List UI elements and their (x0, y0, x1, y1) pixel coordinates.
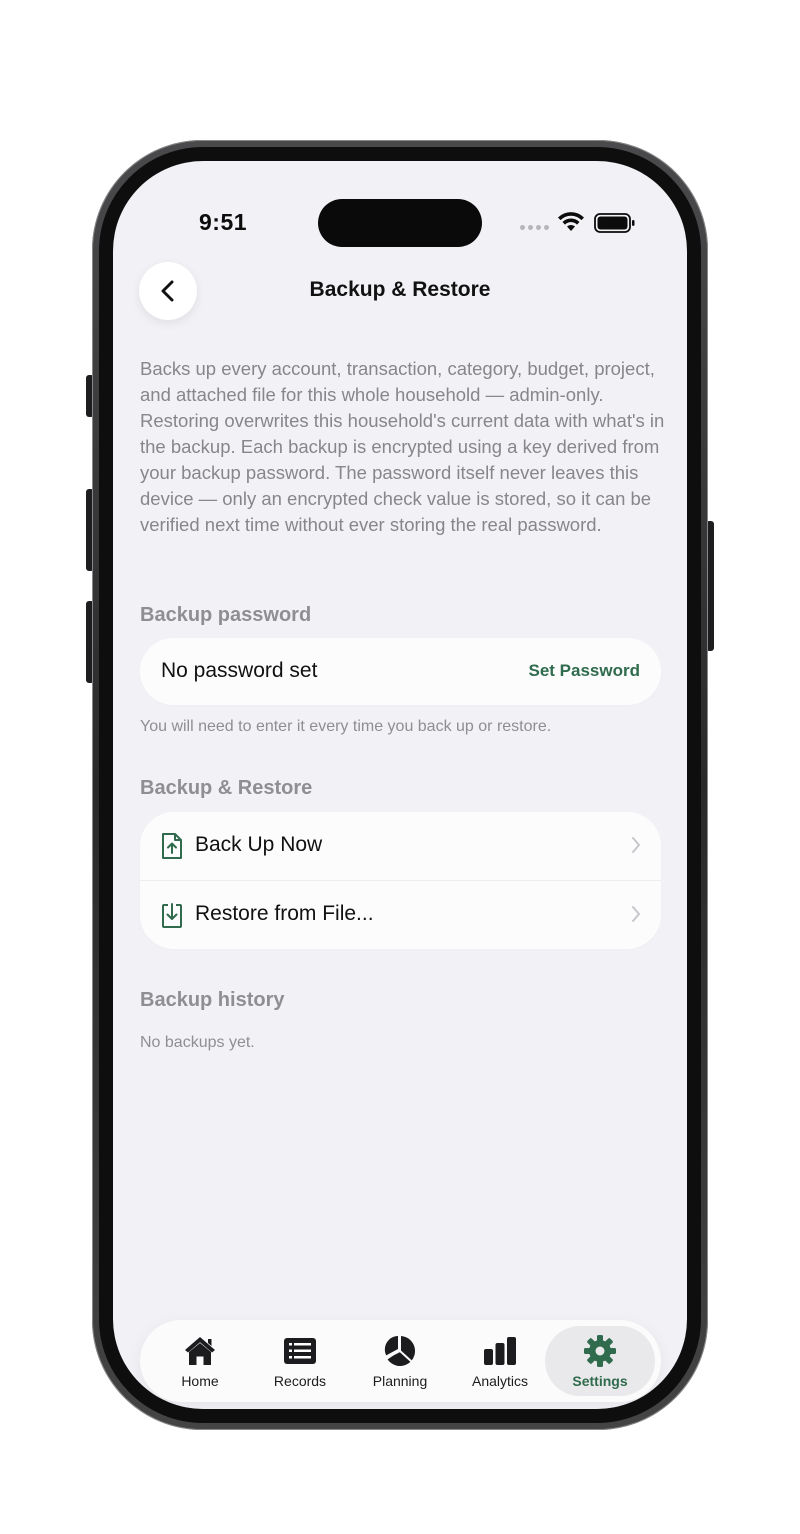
wifi-icon (558, 212, 584, 231)
back-up-now-label: Back Up Now (195, 833, 323, 856)
tab-settings-label: Settings (572, 1373, 628, 1389)
tab-bar: Home Records Planning Analytics Settings (140, 1320, 661, 1402)
pie-chart-icon (384, 1336, 416, 1366)
tab-analytics[interactable]: Analytics (450, 1326, 550, 1396)
chevron-right-icon (632, 837, 640, 853)
gear-icon (584, 1335, 616, 1367)
section-title-backup-history: Backup history (140, 989, 285, 1011)
tab-home[interactable]: Home (150, 1326, 250, 1396)
password-hint: You will need to enter it every time you… (140, 718, 552, 735)
home-icon (185, 1337, 215, 1365)
description-text: Backs up every account, transaction, cat… (140, 358, 665, 535)
password-status: No password set (161, 659, 318, 682)
tab-records-label: Records (273, 1373, 327, 1389)
password-card: No password set Set Password (140, 638, 661, 705)
tab-home-label: Home (181, 1373, 219, 1389)
page-title: Backup & Restore (309, 278, 491, 301)
bar-chart-icon (484, 1337, 516, 1365)
screen: 9:51 Backup & Restore Backs up every acc… (113, 161, 687, 1409)
backup-history-empty: No backups yet. (140, 1034, 255, 1051)
file-upload-icon (162, 833, 182, 859)
tab-analytics-label: Analytics (471, 1373, 529, 1389)
restore-from-file-label: Restore from File... (195, 902, 374, 925)
backup-restore-card: Back Up Now Restore from File... (140, 812, 661, 949)
section-title-backup-password: Backup password (140, 604, 312, 626)
restore-from-file-row[interactable]: Restore from File... (140, 881, 661, 949)
set-password-button[interactable]: Set Password (529, 661, 641, 681)
status-time: 9:51 (199, 209, 248, 235)
section-title-backup-restore: Backup & Restore (140, 777, 313, 799)
tab-planning-label: Planning (372, 1373, 428, 1389)
battery-icon (594, 213, 635, 233)
cellular-signal-icon (520, 225, 549, 230)
file-download-icon (162, 903, 182, 928)
dynamic-island (318, 199, 482, 247)
phone-frame: 9:51 Backup & Restore Backs up every acc… (92, 140, 708, 1430)
list-icon (284, 1338, 316, 1364)
chevron-right-icon (632, 906, 640, 922)
back-up-now-row[interactable]: Back Up Now (140, 812, 661, 880)
tab-planning[interactable]: Planning (350, 1326, 450, 1396)
tab-settings[interactable]: Settings (545, 1326, 655, 1396)
tab-records[interactable]: Records (250, 1326, 350, 1396)
